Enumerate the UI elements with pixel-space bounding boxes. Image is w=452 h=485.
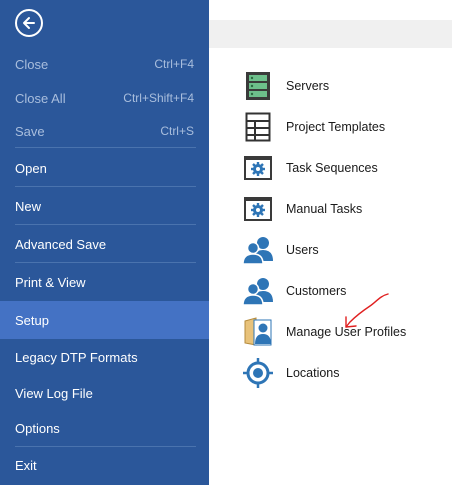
menu-item-label: Setup [15,312,49,328]
menu-item-new[interactable]: New [0,188,209,224]
menu-item-exit[interactable]: Exit [0,447,209,483]
menu-item-label: Close All [15,90,66,106]
menu-item-advanced-save[interactable]: Advanced Save [0,226,209,262]
menu-item-label: Exit [15,457,37,473]
setup-item-task-sequences[interactable]: Task Sequences [240,150,378,186]
menu-separator [15,186,196,187]
menu-item-shortcut: Ctrl+F4 [154,57,194,71]
template-icon [240,109,276,145]
menu-item-label: Open [15,160,47,176]
server-icon [240,68,276,104]
setup-item-label: Manual Tasks [286,202,363,216]
menu-item-legacy-dtp-formats[interactable]: Legacy DTP Formats [0,339,209,375]
menu-item-label: Legacy DTP Formats [15,349,138,365]
menu-item-setup[interactable]: Setup [0,301,209,339]
user-profile-icon [240,314,276,350]
menu-item-open[interactable]: Open [0,150,209,186]
menu-separator [15,147,196,148]
menu-separator [15,224,196,225]
menu-item-label: View Log File [15,385,93,401]
setup-item-servers[interactable]: Servers [240,68,329,104]
hand-drawn-arrow-icon [345,293,389,328]
setup-item-label: Project Templates [286,120,386,134]
menu-item-close-all[interactable]: Close All Ctrl+Shift+F4 [0,80,209,116]
red-arrow-annotation [340,290,392,337]
setup-item-manual-tasks[interactable]: Manual Tasks [240,191,362,227]
setup-item-users[interactable]: Users [240,232,319,268]
menu-item-close[interactable]: Close Ctrl+F4 [0,46,209,82]
menu-item-shortcut: Ctrl+Shift+F4 [123,91,194,105]
setup-item-label: Task Sequences [286,161,378,175]
menu-item-print-view[interactable]: Print & View [0,264,209,300]
menu-item-save[interactable]: Save Ctrl+S [0,113,209,149]
menu-separator [15,262,196,263]
setup-item-label: Customers [286,284,347,298]
users-icon [240,232,276,268]
setup-item-locations[interactable]: Locations [240,355,340,391]
manual-task-icon [240,191,276,227]
setup-item-label: Servers [286,79,330,93]
menu-item-label: New [15,198,42,214]
setup-item-project-templates[interactable]: Project Templates [240,109,385,145]
backstage-sidebar: Close Ctrl+F4 Close All Ctrl+Shift+F4 Sa… [0,0,209,485]
menu-item-label: Advanced Save [15,236,107,252]
menu-item-options[interactable]: Options [0,410,209,446]
menu-item-label: Options [15,420,60,436]
back-button[interactable] [15,9,43,37]
setup-item-customers[interactable]: Customers [240,273,346,309]
task-sequence-icon [240,150,276,186]
menu-item-shortcut: Ctrl+S [160,124,194,138]
menu-item-label: Close [15,56,49,72]
menu-item-label: Print & View [15,274,86,290]
content-header-band [209,20,452,48]
setup-item-label: Users [286,243,319,257]
arrow-left-icon [23,17,35,29]
location-target-icon [240,355,276,391]
menu-item-view-log-file[interactable]: View Log File [0,375,209,411]
menu-item-label: Save [15,123,45,139]
customers-icon [240,273,276,309]
setup-item-label: Locations [286,366,340,380]
